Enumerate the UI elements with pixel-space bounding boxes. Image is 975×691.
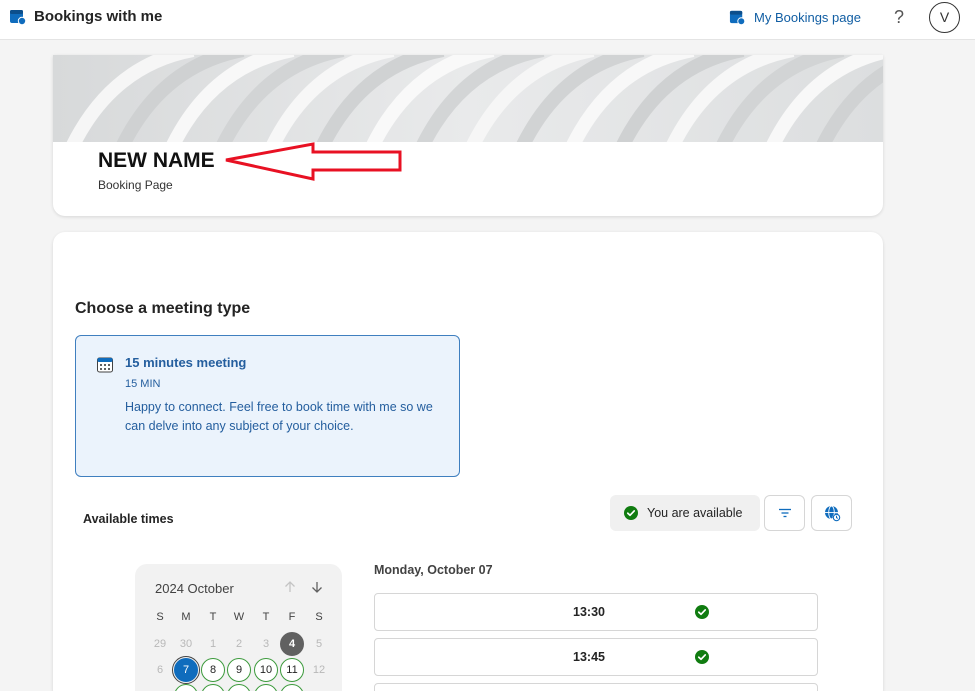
weekday-saturday: S: [315, 611, 323, 623]
my-bookings-page-label: My Bookings page: [754, 9, 861, 25]
previous-month-arrow-icon[interactable]: [281, 578, 299, 596]
available-times-label: Available times: [83, 512, 174, 526]
meeting-type-heading: Choose a meeting type: [75, 300, 251, 317]
calendar-day: 2: [235, 638, 243, 650]
calendar-day-selected[interactable]: 7: [172, 656, 200, 684]
booking-page-subtitle: Booking Page: [98, 178, 173, 192]
service-duration: 15 MIN: [125, 378, 161, 390]
booking-page-header: NEW NAME Booking Page: [53, 55, 883, 216]
check-circle-icon: [624, 506, 638, 520]
top-bar: Bookings with me My Bookings page ? V: [0, 0, 975, 40]
filter-button[interactable]: [764, 495, 805, 531]
weekday-friday: F: [288, 611, 296, 623]
time-slot-label: 13:45: [573, 650, 605, 664]
weekday-thursday: T: [262, 611, 270, 623]
calendar-day-available[interactable]: [280, 684, 304, 691]
calendar-day-available[interactable]: [201, 684, 225, 691]
time-slot[interactable]: 13:45: [374, 638, 818, 676]
calendar-day-available[interactable]: [174, 684, 198, 691]
service-name: 15 minutes meeting: [125, 355, 247, 370]
calendar-day: 1: [209, 638, 217, 650]
calendar-day-available[interactable]: 11: [280, 658, 304, 682]
user-avatar[interactable]: V: [929, 2, 960, 33]
next-month-arrow-icon[interactable]: [308, 578, 326, 596]
check-circle-icon: [695, 605, 709, 619]
booking-main-card: Choose a meeting type 15 minutes meeting…: [53, 232, 883, 691]
calendar-day-available[interactable]: 9: [227, 658, 251, 682]
time-slot[interactable]: 13:30: [374, 593, 818, 631]
globe-clock-icon: [825, 505, 841, 522]
calendar-day: 29: [153, 638, 167, 650]
calendar-day: 3: [262, 638, 270, 650]
check-circle-icon: [695, 650, 709, 664]
service-card-15-minutes[interactable]: 15 minutes meeting 15 MIN Happy to conne…: [75, 335, 460, 477]
bookings-app-icon: [10, 10, 27, 26]
calendar-icon: [97, 357, 113, 373]
my-bookings-page-link[interactable]: My Bookings page: [729, 7, 861, 27]
service-description: Happy to connect. Feel free to book time…: [125, 400, 433, 433]
calendar-day-available[interactable]: 8: [201, 658, 225, 682]
calendar-day-available[interactable]: [227, 684, 251, 691]
weekday-sunday: S: [156, 611, 164, 623]
calendar-day: 12: [312, 664, 326, 676]
calendar-day: 5: [315, 638, 323, 650]
availability-status: You are available: [610, 495, 760, 531]
weekday-tuesday: T: [209, 611, 217, 623]
calendar-month-title: 2024 October: [155, 581, 234, 596]
time-slot[interactable]: [374, 683, 818, 691]
time-slot-label: 13:30: [573, 605, 605, 619]
app-title: Bookings with me: [34, 8, 163, 25]
help-button[interactable]: ?: [889, 5, 909, 29]
calendar-day: 6: [156, 664, 164, 676]
selected-date-label: Monday, October 07: [374, 563, 493, 577]
bookings-page-icon: [729, 10, 746, 25]
booking-page-name: NEW NAME: [98, 149, 215, 172]
calendar-day: 30: [179, 638, 193, 650]
weekday-monday: M: [181, 611, 191, 623]
timezone-button[interactable]: [811, 495, 852, 531]
weekday-wednesday: W: [233, 611, 245, 623]
calendar-day-available[interactable]: 10: [254, 658, 278, 682]
availability-status-text: You are available: [647, 506, 743, 520]
filter-icon: [779, 508, 791, 518]
date-picker-calendar: 2024 October S M T W T F S 29 30 1 2 3 4…: [135, 564, 342, 691]
calendar-day-available[interactable]: [254, 684, 278, 691]
header-banner-image: [53, 55, 883, 142]
calendar-day-today: 4: [280, 632, 304, 656]
